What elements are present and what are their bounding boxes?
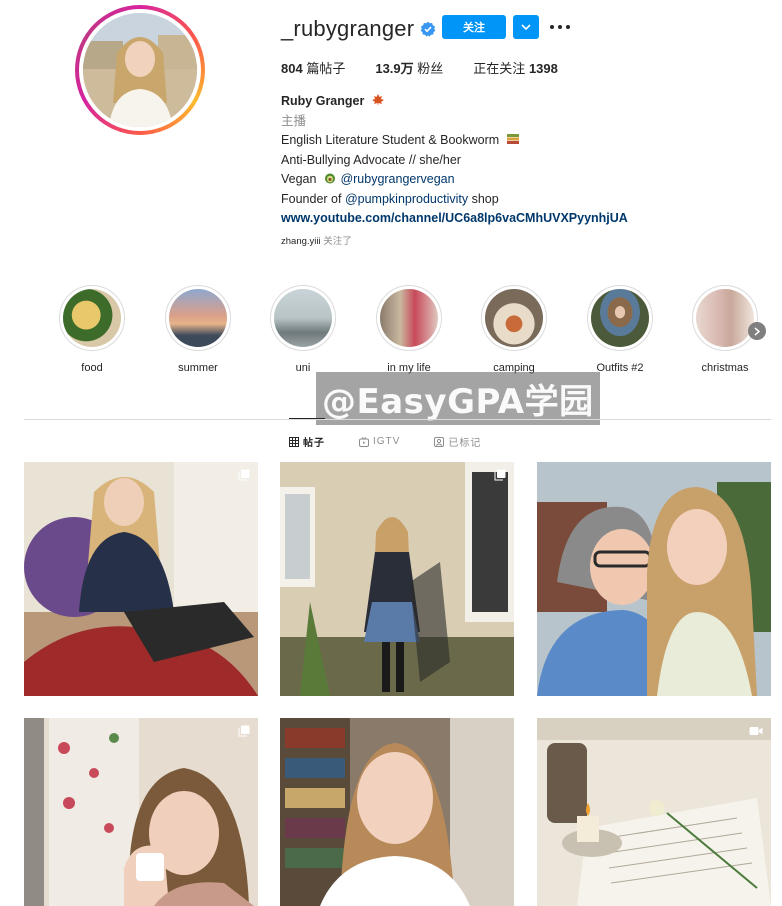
grid-icon	[289, 436, 299, 447]
followers-count-label: 粉丝	[417, 61, 444, 76]
follow-button[interactable]: 关注	[442, 15, 506, 39]
highlight-outfits-2[interactable]: Outfits #2	[585, 285, 655, 374]
bio-line-text: shop	[471, 191, 499, 206]
tagged-icon	[434, 436, 445, 447]
post-image	[24, 718, 258, 906]
highlight-label: summer	[178, 362, 218, 374]
highlight-ring	[692, 285, 758, 351]
username: _rubygranger	[281, 16, 415, 41]
highlights-next-button[interactable]	[748, 322, 766, 340]
maple-leaf-icon	[371, 94, 384, 106]
tab-label: IGTV	[373, 436, 401, 447]
highlight-in-my-life[interactable]: in my life	[374, 285, 444, 374]
highlight-cover	[169, 289, 227, 347]
avatar-photo	[83, 13, 197, 127]
bio-line: Vegan @rubygrangervegan	[281, 170, 628, 190]
video-icon	[749, 727, 763, 735]
active-tab-indicator	[289, 418, 325, 419]
profile-tabs: 帖子 IGTV 已标记	[289, 434, 515, 449]
post-tile[interactable]	[24, 462, 258, 696]
vegan-account-link[interactable]: @rubygrangervegan	[340, 172, 454, 186]
profile-avatar[interactable]	[75, 5, 205, 135]
post-image	[537, 718, 771, 906]
post-image	[537, 462, 771, 696]
profile-bio: Ruby Granger 主播 English Literature Stude…	[281, 92, 628, 229]
full-name: Ruby Granger	[281, 94, 365, 108]
verified-badge-icon	[420, 21, 436, 37]
profile-category: 主播	[281, 113, 307, 128]
carousel-icon	[238, 725, 250, 737]
bio-line: Founder of @pumpkinproductivity shop	[281, 190, 628, 210]
highlight-ring	[270, 285, 336, 351]
following-count[interactable]: 正在关注 1398	[473, 58, 558, 77]
dot-icon	[558, 25, 562, 29]
highlight-cover	[696, 289, 754, 347]
highlight-cover	[63, 289, 121, 347]
followed-by-user: zhang.yiii	[281, 236, 321, 247]
post-tile[interactable]	[537, 462, 771, 696]
dot-icon	[550, 25, 554, 29]
followers-count[interactable]: 13.9万 粉丝	[375, 58, 443, 77]
bio-line-text: English Literature Student & Bookworm	[281, 133, 500, 147]
highlight-ring	[59, 285, 125, 351]
tab-tagged[interactable]: 已标记	[434, 434, 481, 449]
chevron-right-icon	[754, 326, 760, 336]
highlight-cover	[380, 289, 438, 347]
tab-label: 已标记	[448, 438, 482, 449]
highlight-ring	[165, 285, 231, 351]
profile-stats: 804 篇帖子 13.9万 粉丝 正在关注 1398	[281, 58, 588, 77]
pumpkin-account-link[interactable]: @pumpkinproductivity	[345, 192, 468, 206]
post-tile[interactable]	[24, 718, 258, 906]
tab-posts[interactable]: 帖子	[289, 434, 325, 449]
following-count-label: 正在关注	[473, 61, 526, 76]
bio-line: English Literature Student & Bookworm	[281, 131, 628, 151]
highlight-cover	[274, 289, 332, 347]
highlight-camping[interactable]: camping	[479, 285, 549, 374]
post-tile[interactable]	[537, 718, 771, 906]
tabs-divider	[24, 419, 771, 420]
avocado-icon	[324, 173, 335, 184]
more-options-button[interactable]	[550, 18, 570, 36]
tab-igtv[interactable]: IGTV	[359, 434, 400, 449]
highlight-ring	[587, 285, 653, 351]
youtube-link[interactable]: www.youtube.com/channel/UC6a8lp6vaCMhUVX…	[281, 209, 628, 229]
post-image	[280, 462, 514, 696]
posts-count-value: 804	[281, 61, 303, 76]
post-image	[280, 718, 514, 906]
books-icon	[506, 134, 519, 144]
avatar-illustration	[83, 13, 197, 127]
bio-line-text: Founder of	[281, 191, 342, 206]
highlight-food[interactable]: food	[57, 285, 127, 374]
bio-name-line: Ruby Granger	[281, 92, 628, 112]
highlight-cover	[485, 289, 543, 347]
followers-count-value: 13.9万	[375, 61, 414, 76]
highlight-label: food	[81, 362, 103, 374]
highlight-cover	[591, 289, 649, 347]
followed-by[interactable]: zhang.yiii 关注了	[281, 233, 352, 247]
igtv-icon	[359, 436, 369, 447]
username-row: _rubygranger	[281, 14, 436, 44]
highlight-summer[interactable]: summer	[163, 285, 233, 374]
carousel-icon	[494, 469, 506, 481]
posts-count-label: 篇帖子	[306, 61, 346, 76]
highlight-uni[interactable]: uni	[268, 285, 338, 374]
post-image	[24, 462, 258, 696]
chevron-down-icon	[521, 23, 531, 30]
highlight-ring	[376, 285, 442, 351]
avatar-frame	[79, 9, 201, 131]
carousel-icon	[238, 469, 250, 481]
following-count-value: 1398	[528, 61, 558, 76]
tab-label: 帖子	[303, 438, 325, 449]
watermark: @EasyGPA学园	[316, 372, 600, 425]
bio-line: Anti-Bullying Advocate // she/her	[281, 152, 461, 167]
bio-line-text: Vegan	[281, 172, 317, 186]
followed-by-label: 关注了	[323, 236, 352, 247]
highlight-label: christmas	[701, 362, 749, 374]
dot-icon	[566, 25, 570, 29]
posts-count: 804 篇帖子	[281, 58, 345, 77]
post-tile[interactable]	[280, 718, 514, 906]
suggested-dropdown-button[interactable]	[513, 15, 539, 39]
highlight-ring	[481, 285, 547, 351]
post-tile[interactable]	[280, 462, 514, 696]
